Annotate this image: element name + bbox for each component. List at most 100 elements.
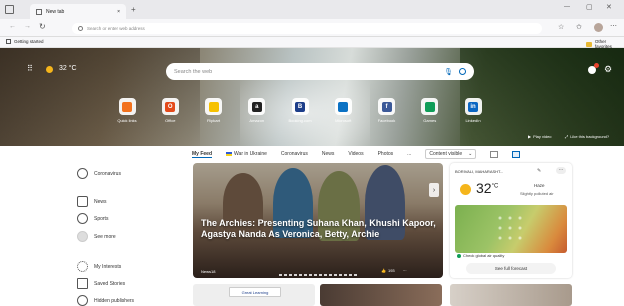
quick-link-tile[interactable]: O Office	[153, 98, 187, 130]
see-forecast-label: See full forecast	[494, 266, 528, 271]
tab-new-tab[interactable]: New tab ×	[30, 4, 126, 19]
notification-badge	[594, 63, 599, 68]
ukraine-flag-icon	[226, 152, 233, 156]
interests-icon	[77, 261, 88, 272]
next-slide-icon[interactable]: ›	[429, 183, 439, 197]
quick-link-tile[interactable]: a Amazon	[240, 98, 274, 130]
bookmark-icon	[77, 278, 88, 289]
carousel-dots[interactable]	[279, 274, 359, 276]
tile-glyph: B	[295, 101, 305, 112]
favorite-getting-started[interactable]: Getting started	[6, 39, 44, 44]
list-view-icon[interactable]	[490, 150, 499, 158]
quick-link-tile[interactable]: Flipkart	[197, 98, 231, 130]
tile-glyph: f	[381, 101, 392, 112]
quick-link-tile[interactable]: Quick links	[110, 98, 144, 130]
tile-glyph	[208, 101, 219, 112]
refresh-icon[interactable]: ↻	[39, 22, 46, 31]
forward-icon[interactable]: →	[24, 23, 31, 30]
quick-link-tile[interactable]: Microsoft	[326, 98, 360, 130]
office-icon: O	[161, 98, 179, 115]
content-visibility-select[interactable]: Content visible ⌄	[425, 149, 477, 159]
play-video-button[interactable]: ▶ Play video	[528, 134, 552, 139]
sidebar-item-coronavirus[interactable]: Coronavirus	[77, 168, 121, 179]
add-favorite-icon[interactable]: ☆	[558, 23, 564, 31]
outlook-icon	[334, 98, 352, 115]
tab-news[interactable]: News	[322, 151, 335, 157]
address-bar[interactable]: Search or enter web address	[72, 23, 542, 34]
tile-glyph	[122, 101, 132, 112]
quick-link-tile[interactable]: in LinkedIn	[456, 98, 490, 130]
tab-war-in-ukraine[interactable]: War in Ukraine	[226, 151, 267, 157]
tab-actions-icon[interactable]	[5, 5, 14, 14]
search-icon	[78, 26, 83, 31]
tile-glyph: in	[468, 101, 478, 112]
weather-condition: Haze	[534, 183, 545, 188]
article-reactions[interactable]: 👍 193 ⋯	[381, 268, 407, 273]
tab-favicon-icon	[36, 8, 42, 15]
address-input[interactable]: Search or enter web address	[87, 26, 145, 31]
more-icon	[77, 231, 88, 242]
tab-photos[interactable]: Photos	[378, 151, 394, 157]
web-search-box[interactable]: Search the web 🎙	[166, 63, 474, 80]
sidebar-item-sports[interactable]: Sports	[77, 213, 108, 224]
sidebar-label: Sports	[94, 215, 109, 222]
sidebar-item-saved-stories[interactable]: Saved Stories	[77, 278, 125, 289]
reaction-icon: 👍	[381, 268, 386, 273]
news-card[interactable]: Great Learning	[193, 284, 315, 306]
news-card[interactable]	[320, 284, 442, 306]
settings-menu-icon[interactable]: ⋯	[610, 22, 617, 30]
tab-coronavirus[interactable]: Coronavirus	[281, 151, 308, 157]
favorite-label: Getting started	[14, 39, 44, 44]
grid-view-icon[interactable]	[512, 150, 521, 158]
quick-link-tile[interactable]: f Facebook	[370, 98, 404, 130]
sidebar-item-news[interactable]: News	[77, 196, 107, 207]
mic-icon[interactable]: 🎙	[444, 68, 453, 76]
weather-location[interactable]: BORIVALI, MAHARASHT...	[455, 169, 503, 174]
sidebar-item-my-interests[interactable]: My Interests	[77, 261, 121, 272]
tab-more[interactable]: ...	[407, 151, 411, 157]
sidebar-item-see-more[interactable]: See more	[77, 231, 116, 242]
weather-temp-value: 32	[476, 180, 492, 196]
linkedin-icon: in	[464, 98, 482, 115]
quick-link-tile[interactable]: B Booking.com	[283, 98, 317, 130]
search-icon[interactable]	[459, 68, 466, 75]
page-settings-icon[interactable]: ⚙	[604, 64, 612, 75]
back-icon[interactable]: ←	[9, 23, 16, 30]
feed-tabs: My Feed War in Ukraine Coronavirus News …	[192, 148, 572, 160]
minimize-icon[interactable]: —	[564, 4, 570, 10]
quick-link-tile[interactable]: Games	[413, 98, 447, 130]
hero-temperature[interactable]: 32 °C	[59, 65, 77, 72]
air-quality-icon	[457, 253, 461, 258]
news-card[interactable]	[450, 284, 572, 306]
weather-more-icon[interactable]: ⋯	[556, 167, 566, 174]
edit-location-icon[interactable]: ✎	[537, 168, 541, 174]
featured-article[interactable]: › The Archies: Presenting Suhana Khan, K…	[193, 163, 443, 278]
profile-avatar[interactable]	[594, 23, 603, 32]
see-forecast-button[interactable]: See full forecast	[466, 263, 556, 274]
tile-label: Flipkart	[206, 118, 221, 123]
tile-label: LinkedIn	[465, 118, 481, 123]
weather-map[interactable]	[455, 205, 567, 253]
air-quality-link[interactable]: Check global air quality	[457, 253, 504, 258]
hidden-icon	[77, 295, 88, 306]
maximize-icon[interactable]: ▢	[586, 3, 593, 11]
tab-close-icon[interactable]: ×	[117, 9, 120, 15]
article-title[interactable]: The Archies: Presenting Suhana Khan, Khu…	[201, 218, 441, 240]
tab-label: War in Ukraine	[234, 151, 267, 157]
apps-grid-icon[interactable]: ⠿	[27, 64, 33, 73]
like-background-button[interactable]: ⤢ Like this background?	[565, 134, 609, 139]
more-options-icon[interactable]: ⋯	[403, 268, 407, 273]
close-window-icon[interactable]: ✕	[606, 3, 612, 11]
content-visibility-value: Content visible	[429, 151, 463, 157]
tab-videos[interactable]: Videos	[348, 151, 363, 157]
sidebar-item-hidden-publishers[interactable]: Hidden publishers	[77, 295, 134, 306]
weather-sun-icon	[46, 66, 53, 73]
amazon-icon: a	[248, 98, 266, 115]
favorites-bar	[0, 37, 624, 48]
new-tab-button[interactable]: +	[131, 5, 136, 14]
sidebar-label: See more	[94, 233, 116, 240]
favorites-icon[interactable]: ✩	[576, 23, 582, 31]
tile-glyph: a	[251, 101, 262, 112]
web-search-input[interactable]: Search the web	[174, 69, 212, 75]
tab-my-feed[interactable]: My Feed	[192, 151, 213, 158]
